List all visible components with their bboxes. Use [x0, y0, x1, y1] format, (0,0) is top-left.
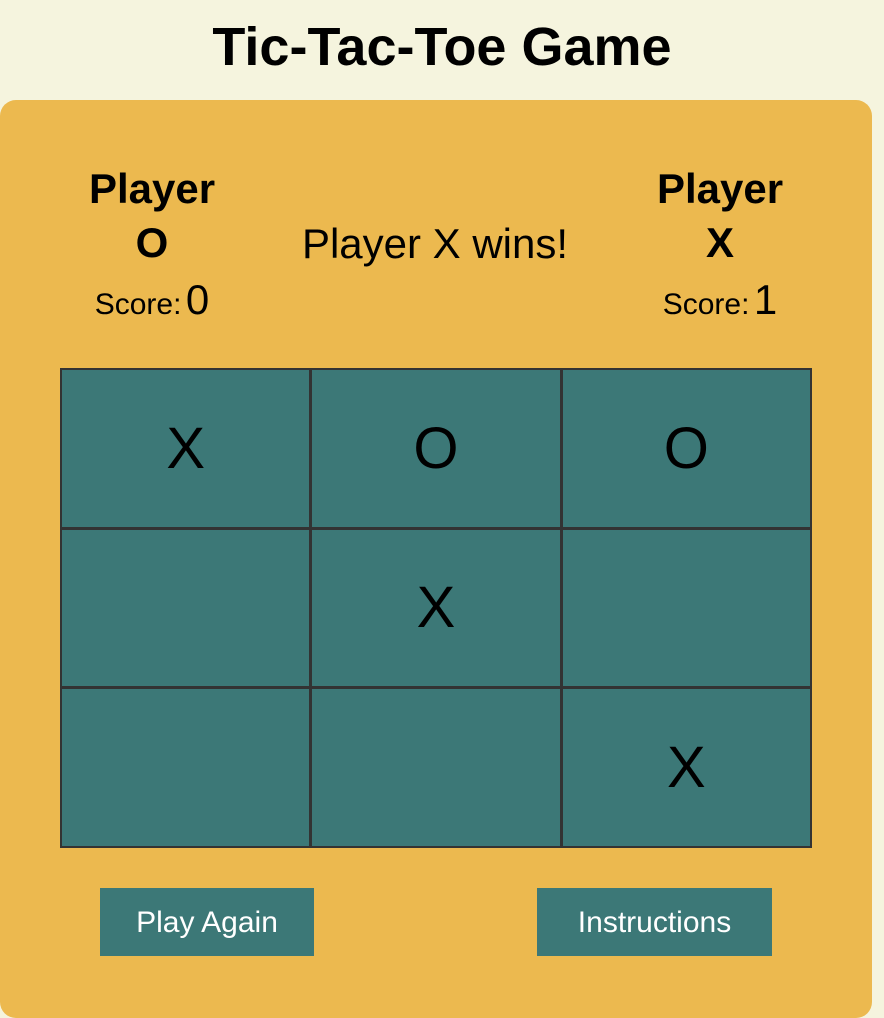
player-o-score-value: 0: [185, 276, 210, 323]
game-board: X O O X X: [60, 368, 812, 848]
board-cell-r2-c3[interactable]: [562, 529, 810, 687]
board-cell-r3-c2[interactable]: [312, 689, 560, 846]
play-again-button[interactable]: Play Again: [100, 888, 314, 956]
player-o-score-line: Score: 0: [62, 278, 242, 332]
player-x-label: Player: [656, 165, 784, 212]
board-cell-r1-c3[interactable]: O: [562, 370, 810, 527]
board-cell-r3-c3[interactable]: X: [562, 689, 810, 846]
board-cell-r1-c2[interactable]: O: [312, 370, 560, 527]
player-x-score-label: Score:: [662, 288, 750, 321]
instructions-button[interactable]: Instructions: [537, 888, 772, 956]
player-o-score-label: Score:: [94, 288, 182, 321]
player-x-card: Player X Score: 1: [630, 162, 810, 332]
player-o-card: Player O Score: 0: [62, 162, 242, 332]
player-x-symbol: X: [705, 219, 734, 266]
board-cell-r2-c2[interactable]: X: [312, 529, 560, 687]
game-status: Player X wins!: [301, 220, 569, 267]
board-cell-r3-c1[interactable]: [62, 689, 310, 846]
player-o-symbol: O: [135, 219, 169, 266]
player-x-score-line: Score: 1: [630, 278, 810, 332]
board-cell-r1-c1[interactable]: X: [62, 370, 310, 527]
player-o-label: Player: [88, 165, 216, 212]
page-title: Tic-Tac-Toe Game: [212, 17, 672, 77]
board-cell-r2-c1[interactable]: [62, 529, 310, 687]
game-panel: Player O Score: 0 Player X wins! Player …: [0, 100, 872, 1018]
player-x-score-value: 1: [753, 276, 778, 323]
